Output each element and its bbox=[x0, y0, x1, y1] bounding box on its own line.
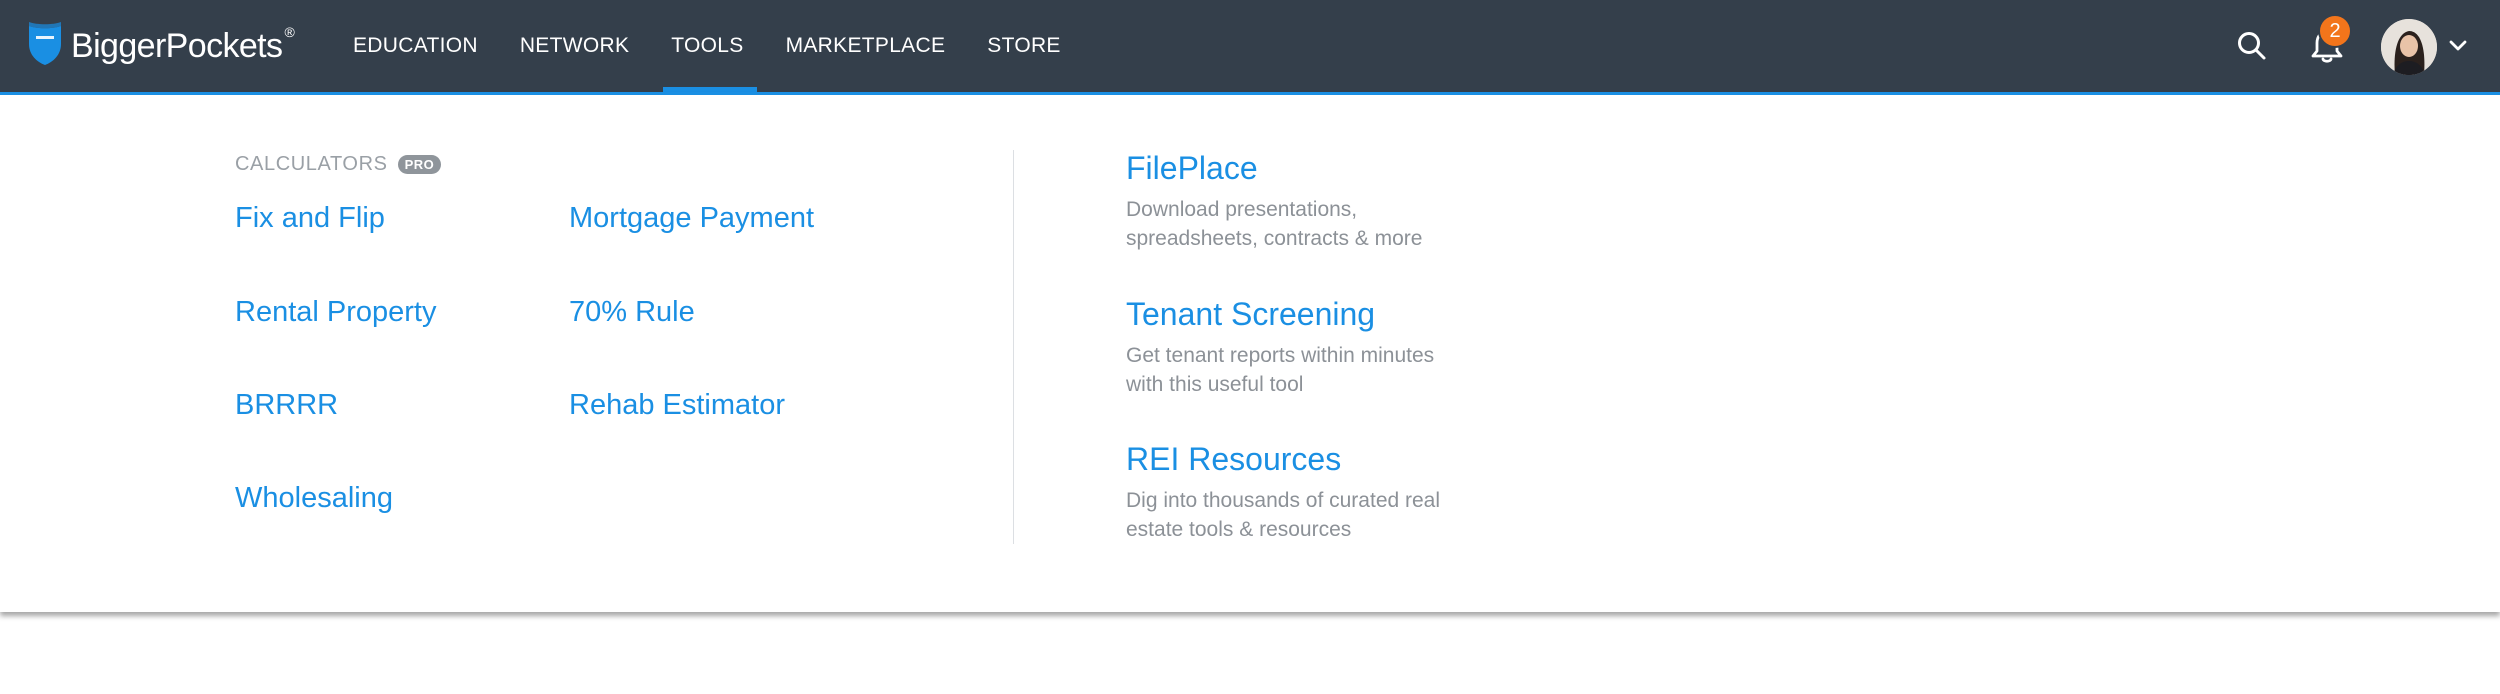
tool-desc-line: Dig into thousands of curated real bbox=[1126, 489, 1441, 512]
search-icon[interactable] bbox=[2236, 30, 2268, 62]
calc-link-rehab-estimator[interactable]: Rehab Estimator bbox=[569, 389, 785, 422]
tool-desc-line: estate tools & resources bbox=[1126, 518, 1352, 541]
menu-divider bbox=[1013, 150, 1014, 544]
tool-desc-line: Get tenant reports within minutes bbox=[1126, 344, 1435, 367]
tool-title-tenant-screening[interactable]: Tenant Screening bbox=[1126, 296, 1546, 333]
top-nav-bar: BiggerPockets ® EDUCATION NETWORK TOOLS … bbox=[0, 0, 2500, 92]
tool-tenant-screening: Tenant Screening Get tenant reports with… bbox=[1126, 296, 1546, 399]
calc-link-70-percent-rule[interactable]: 70% Rule bbox=[569, 296, 695, 329]
calculators-label: CALCULATORS bbox=[235, 153, 388, 175]
calc-link-brrrr[interactable]: BRRRR bbox=[235, 389, 338, 422]
tools-dropdown-menu: CALCULATORS PRO Fix and Flip Rental Prop… bbox=[0, 92, 2500, 612]
nav-item-tools[interactable]: TOOLS bbox=[650, 0, 764, 92]
calc-link-wholesaling[interactable]: Wholesaling bbox=[235, 482, 393, 515]
calc-link-rental-property[interactable]: Rental Property bbox=[235, 296, 437, 329]
tool-desc-line: spreadsheets, contracts & more bbox=[1126, 227, 1423, 250]
calculators-heading: CALCULATORS PRO bbox=[235, 153, 442, 176]
nav-item-network[interactable]: NETWORK bbox=[499, 0, 650, 92]
registered-mark: ® bbox=[284, 24, 295, 40]
chevron-down-icon[interactable] bbox=[2446, 36, 2470, 56]
nav-item-education[interactable]: EDUCATION bbox=[332, 0, 499, 92]
brand-logo[interactable]: BiggerPockets ® bbox=[27, 21, 301, 71]
calc-link-fix-and-flip[interactable]: Fix and Flip bbox=[235, 202, 385, 235]
tool-desc-line: Download presentations, bbox=[1126, 198, 1358, 221]
nav-item-marketplace[interactable]: MARKETPLACE bbox=[765, 0, 967, 92]
notification-badge[interactable]: 2 bbox=[2318, 14, 2352, 48]
avatar[interactable] bbox=[2381, 19, 2437, 75]
nav-item-store[interactable]: STORE bbox=[966, 0, 1081, 92]
tool-fileplace: FilePlace Download presentations, spread… bbox=[1126, 150, 1546, 253]
tool-title-rei-resources[interactable]: REI Resources bbox=[1126, 441, 1546, 478]
brand-name: BiggerPockets bbox=[71, 26, 283, 65]
main-nav: EDUCATION NETWORK TOOLS MARKETPLACE STOR… bbox=[332, 0, 1082, 92]
tool-title-fileplace[interactable]: FilePlace bbox=[1126, 150, 1546, 187]
tool-desc-line: with this useful tool bbox=[1126, 373, 1304, 396]
shield-icon bbox=[27, 21, 63, 71]
calc-link-mortgage-payment[interactable]: Mortgage Payment bbox=[569, 202, 814, 235]
tool-rei-resources: REI Resources Dig into thousands of cura… bbox=[1126, 441, 1546, 544]
pro-badge: PRO bbox=[397, 155, 442, 174]
